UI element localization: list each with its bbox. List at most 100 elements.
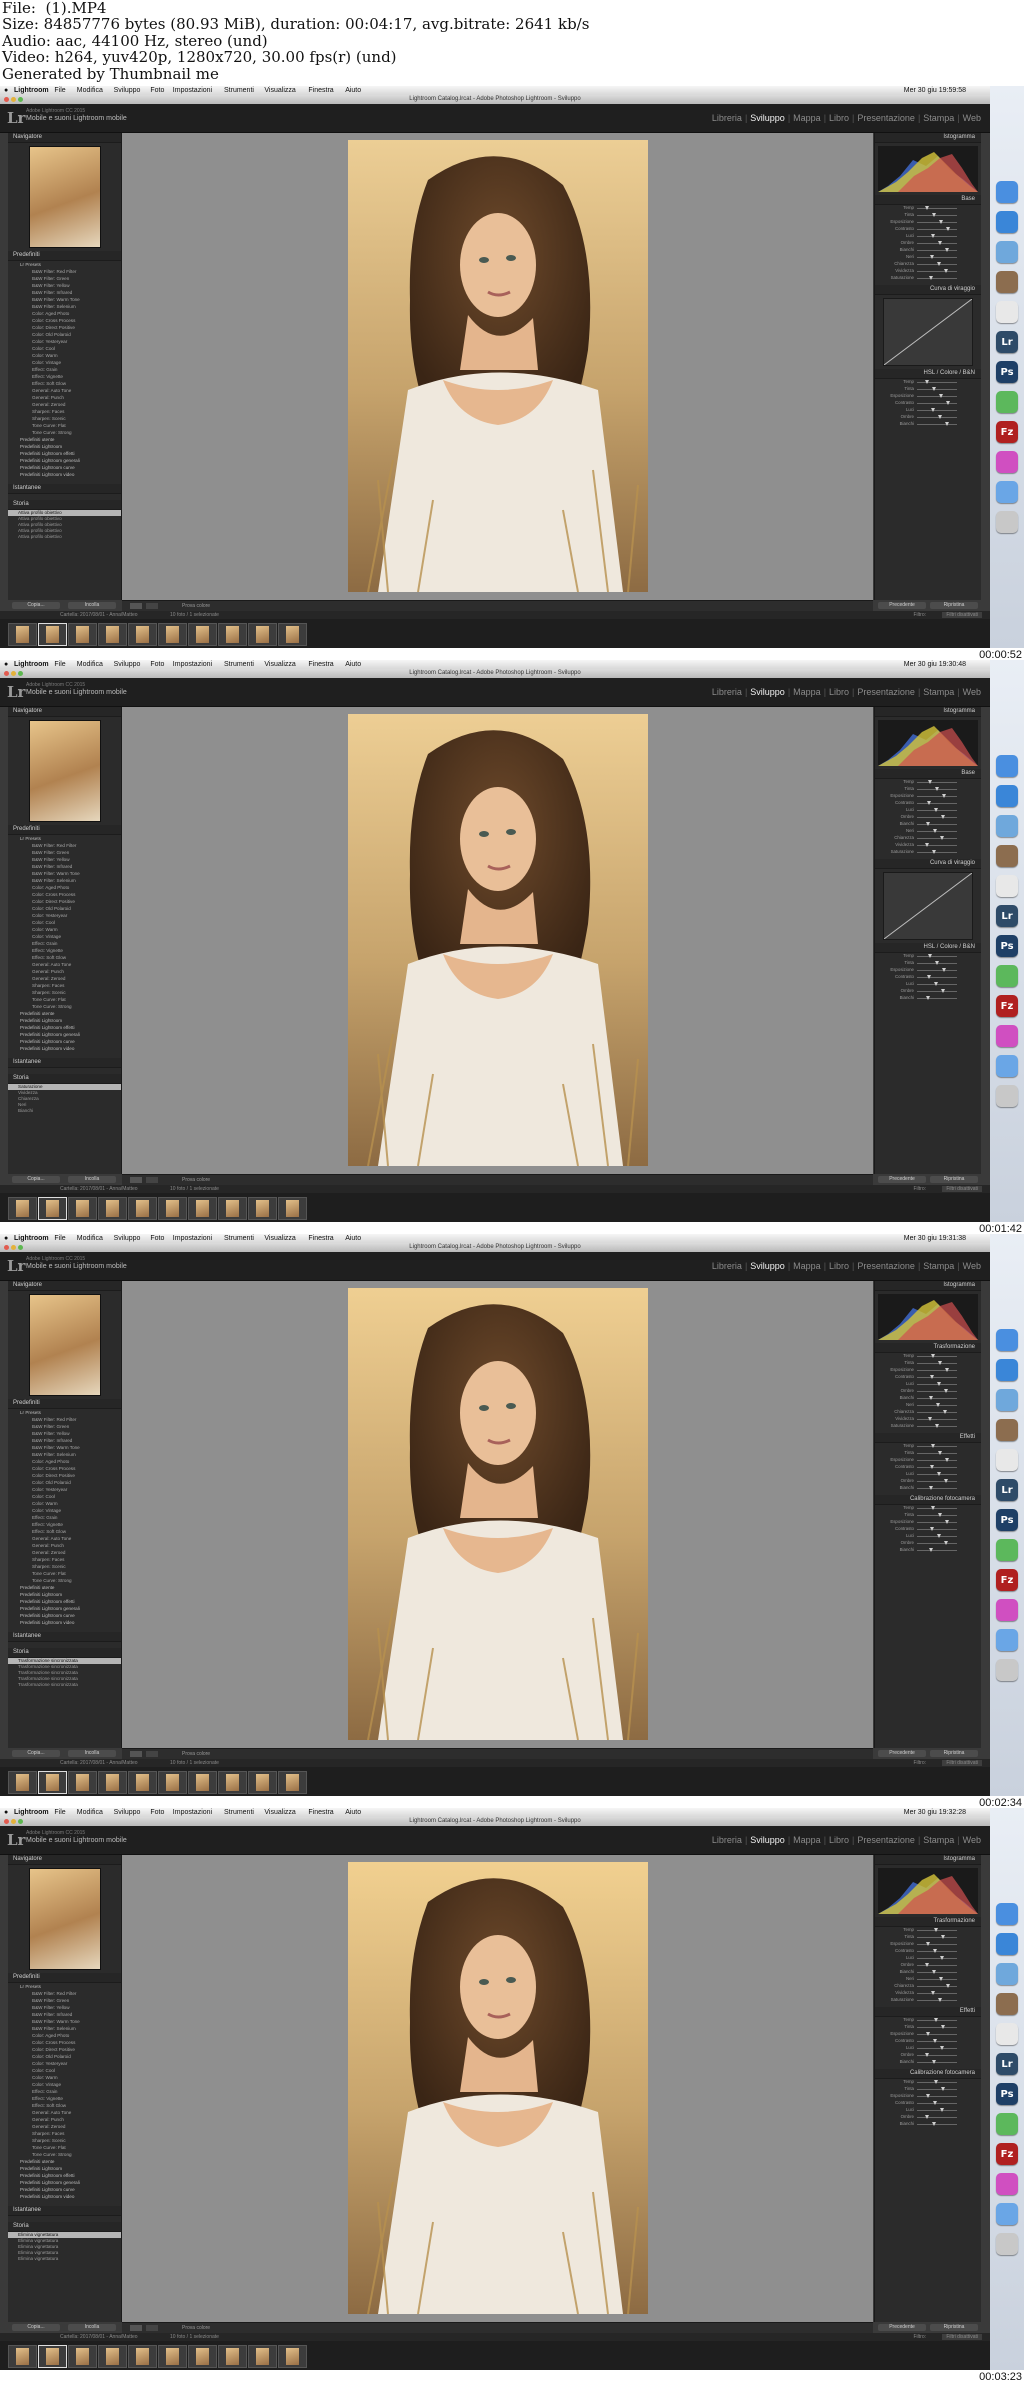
adjust-slider[interactable]: Tinta (875, 960, 981, 967)
photoshop-icon[interactable]: Ps (996, 1509, 1018, 1531)
adjust-slider[interactable]: Tinta (875, 1512, 981, 1519)
filmstrip-thumbnail[interactable] (128, 1771, 157, 1794)
trash-icon[interactable] (996, 1085, 1018, 1107)
filmstrip-thumbnail[interactable] (8, 2345, 37, 2368)
slider-track[interactable] (917, 1550, 957, 1551)
finder-icon[interactable] (996, 1903, 1018, 1925)
slider-knob[interactable] (926, 996, 930, 1000)
module-libreria[interactable]: Libreria (712, 1261, 742, 1271)
module-web[interactable]: Web (963, 113, 981, 123)
filmstrip-thumbnail[interactable] (38, 1197, 67, 1220)
preset-item[interactable]: Color: Cool (8, 1493, 121, 1500)
preset-item[interactable]: Color: Direct Positive (8, 1472, 121, 1479)
adjust-slider[interactable]: Tinta (875, 786, 981, 793)
history-item[interactable]: Trasformazione sincronizzata (8, 1682, 121, 1688)
module-mappa[interactable]: Mappa (793, 687, 821, 697)
slider-track[interactable] (917, 1993, 957, 1994)
slider-knob[interactable] (928, 1417, 932, 1421)
slider-track[interactable] (917, 1370, 957, 1371)
panel-section-transform[interactable]: Trasformazione (875, 1343, 981, 1353)
preset-folder[interactable]: Predefiniti Lightroom video (8, 1619, 121, 1626)
slider-knob[interactable] (940, 1956, 944, 1960)
copy-button[interactable]: Copia... (12, 1750, 60, 1757)
preset-item[interactable]: B&W Filter: Red Filter (8, 268, 121, 275)
slider-track[interactable] (917, 2027, 957, 2028)
slider-track[interactable] (917, 1944, 957, 1945)
module-stampa[interactable]: Stampa (923, 1261, 954, 1271)
filmstrip-thumbnail[interactable] (248, 2345, 277, 2368)
slider-knob[interactable] (928, 954, 932, 958)
slider-knob[interactable] (931, 1991, 935, 1995)
slider-knob[interactable] (946, 1984, 950, 1988)
adjust-slider[interactable]: Tinta (875, 2024, 981, 2031)
messages-icon[interactable] (996, 965, 1018, 987)
history-item[interactable]: Bianchi (8, 1108, 121, 1114)
panel-section-basic[interactable]: Base (875, 769, 981, 779)
preset-item[interactable]: Color: Warm (8, 1500, 121, 1507)
navigator-header[interactable]: Navigatore (8, 1281, 121, 1291)
histogram-header[interactable]: Istogramma (875, 1281, 981, 1291)
adjust-slider[interactable]: Luci (875, 2045, 981, 2052)
menu-item[interactable]: Sviluppo (114, 1809, 141, 1816)
slider-knob[interactable] (933, 829, 937, 833)
adjust-slider[interactable]: Esposizione (875, 1457, 981, 1464)
preset-item[interactable]: B&W Filter: Yellow (8, 282, 121, 289)
preset-item[interactable]: B&W Filter: Warm Tone (8, 2018, 121, 2025)
finder-icon[interactable] (996, 755, 1018, 777)
preset-item[interactable]: Sharpen: Faces (8, 408, 121, 415)
slider-knob[interactable] (931, 1444, 935, 1448)
paste-button[interactable]: Incolla (68, 1750, 116, 1757)
menu-item[interactable]: Finestra (308, 87, 333, 94)
module-web[interactable]: Web (963, 1261, 981, 1271)
panel-section-hsl[interactable]: HSL / Colore / B&N (875, 369, 981, 379)
preset-item[interactable]: Tone Curve: Flat (8, 2144, 121, 2151)
menu-item[interactable]: Aiuto (345, 1235, 361, 1242)
module-presentazione[interactable]: Presentazione (857, 113, 915, 123)
trash-icon[interactable] (996, 2233, 1018, 2255)
preset-item[interactable]: General: Zeroed (8, 2123, 121, 2130)
navigator-preview[interactable] (28, 720, 101, 822)
messages-icon[interactable] (996, 2113, 1018, 2135)
preset-item[interactable]: Color: Direct Positive (8, 898, 121, 905)
filmstrip-source[interactable]: Cartella: 2017/08/01 - Anna/Matteo (60, 612, 138, 618)
slider-knob[interactable] (945, 1458, 949, 1462)
slider-track[interactable] (917, 2089, 957, 2090)
slider-track[interactable] (917, 410, 957, 411)
slider-track[interactable] (917, 824, 957, 825)
panel-section-transform[interactable]: Trasformazione (875, 1917, 981, 1927)
menu-item[interactable]: Impostazioni (173, 661, 212, 668)
preset-item[interactable]: Sharpen: Faces (8, 982, 121, 989)
preset-item[interactable]: General: Punch (8, 1542, 121, 1549)
slider-knob[interactable] (929, 1486, 933, 1490)
adjust-slider[interactable]: Temp (875, 1443, 981, 1450)
menu-item[interactable]: File (54, 1235, 65, 1242)
adjust-slider[interactable]: Vividezza (875, 842, 981, 849)
preset-item[interactable]: B&W Filter: Green (8, 275, 121, 282)
adjust-slider[interactable]: Neri (875, 254, 981, 261)
menu-item[interactable]: Visualizza (264, 87, 295, 94)
slider-track[interactable] (917, 1522, 957, 1523)
module-libreria[interactable]: Libreria (712, 113, 742, 123)
adjust-slider[interactable]: Bianchi (875, 1395, 981, 1402)
filmstrip-thumbnail[interactable] (248, 1197, 277, 1220)
itunes-icon[interactable] (996, 1599, 1018, 1621)
filmstrip-thumbnail[interactable] (218, 2345, 247, 2368)
slider-knob[interactable] (928, 780, 932, 784)
slider-track[interactable] (917, 1543, 957, 1544)
adjust-slider[interactable]: Neri (875, 828, 981, 835)
filmstrip-thumbnail[interactable] (248, 1771, 277, 1794)
slider-track[interactable] (917, 1508, 957, 1509)
module-presentazione[interactable]: Presentazione (857, 1835, 915, 1845)
contacts-icon[interactable] (996, 845, 1018, 867)
preset-item[interactable]: Effect: Vignette (8, 2095, 121, 2102)
slider-track[interactable] (917, 2096, 957, 2097)
adjust-slider[interactable]: Luci (875, 1533, 981, 1540)
slider-knob[interactable] (933, 2039, 937, 2043)
adjust-slider[interactable]: Tinta (875, 212, 981, 219)
snapshots-header[interactable]: Istantanee (8, 2206, 121, 2216)
preset-item[interactable]: General: Punch (8, 394, 121, 401)
preset-folder[interactable]: Predefiniti Lightroom curve (8, 464, 121, 471)
adjust-slider[interactable]: Saturazione (875, 275, 981, 282)
preset-folder[interactable]: Predefiniti Lightroom (8, 1591, 121, 1598)
menu-item[interactable]: Modifica (77, 661, 103, 668)
